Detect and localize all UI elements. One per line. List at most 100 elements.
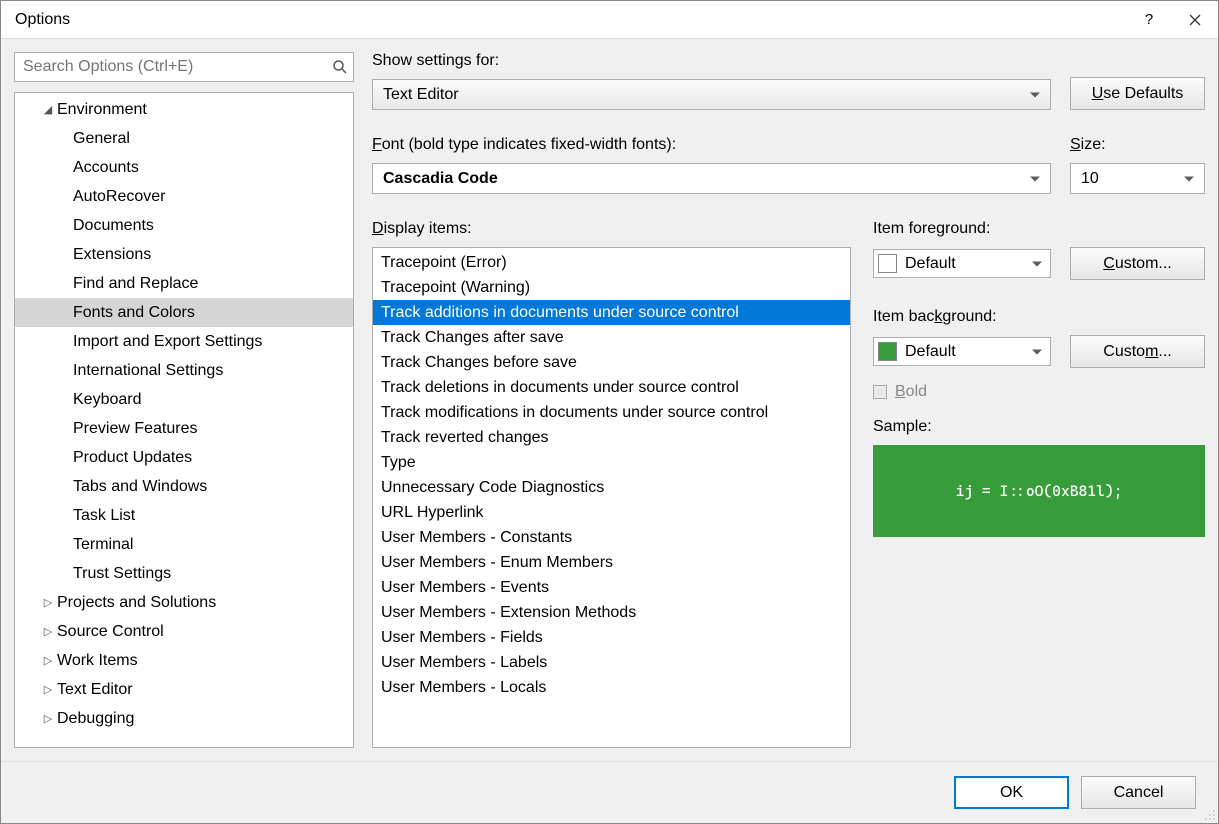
tree-item-import-and-export-settings[interactable]: Import and Export Settings [15,327,353,356]
close-icon [1189,14,1201,26]
close-button[interactable] [1172,2,1218,38]
help-icon: ? [1145,11,1153,28]
label-display-items: Display items: [372,220,851,238]
list-item[interactable]: Type [373,450,850,475]
left-pane: ◢EnvironmentGeneral Accounts AutoRecover Do… [14,52,354,748]
tree-item-find-and-replace[interactable]: Find and Replace [15,269,353,298]
background-custom-button[interactable]: Custom... [1070,335,1205,368]
list-item[interactable]: Track modifications in documents under s… [373,400,850,425]
foreground-swatch [878,254,897,273]
options-dialog: Options ? ◢EnvironmentGeneral Accounts Aut… [0,0,1219,824]
foreground-custom-button[interactable]: Custom... [1070,247,1205,280]
chevron-right-icon: ▷ [41,712,55,725]
tree-item-label: International Settings [73,362,223,380]
display-items-listbox[interactable]: Tracepoint (Error)Tracepoint (Warning)Tr… [372,247,851,748]
label-size: Size: [1070,136,1205,154]
tree-item-projects-and-solutions[interactable]: ▷Projects and Solutions [15,588,353,617]
tree-item-label: AutoRecover [73,188,166,206]
item-background-select[interactable]: Default [873,337,1051,366]
dialog-body: ◢EnvironmentGeneral Accounts AutoRecover Do… [1,39,1218,761]
label-item-background: Item background: [873,308,1205,326]
list-item[interactable]: User Members - Fields [373,625,850,650]
tree-item-label: Terminal [73,536,133,554]
list-item[interactable]: User Members - Events [373,575,850,600]
tree-item-extensions[interactable]: Extensions [15,240,353,269]
list-item[interactable]: User Members - Locals [373,675,850,700]
label-item-foreground: Item foreground: [873,220,1205,238]
font-value: Cascadia Code [383,170,498,188]
list-item[interactable]: Track deletions in documents under sourc… [373,375,850,400]
item-background-value: Default [905,343,956,361]
font-select[interactable]: Cascadia Code [372,163,1051,194]
size-value: 10 [1081,170,1099,188]
item-foreground-value: Default [905,255,956,273]
tree-item-work-items[interactable]: ▷Work Items [15,646,353,675]
row-settings-for: Show settings for: Text Editor Use Defau… [372,52,1205,110]
list-item[interactable]: Track additions in documents under sourc… [373,300,850,325]
list-item[interactable]: User Members - Extension Methods [373,600,850,625]
tree-item-trust-settings[interactable]: Trust Settings [15,559,353,588]
cancel-button[interactable]: Cancel [1081,776,1196,809]
search-input[interactable] [14,52,354,82]
sample-text: ij = I::oO(0xB81l); [956,482,1123,500]
titlebar: Options ? [1,1,1218,39]
show-settings-for-value: Text Editor [383,86,459,104]
row-display-items: Display items: Tracepoint (Error)Tracepo… [372,220,1205,748]
list-item[interactable]: User Members - Labels [373,650,850,675]
tree-item-tabs-and-windows[interactable]: Tabs and Windows [15,472,353,501]
tree-item-label: Projects and Solutions [57,594,216,612]
tree-item-label: Fonts and Colors [73,304,195,322]
tree-item-fonts-and-colors[interactable]: Fonts and Colors [15,298,353,327]
tree-item-source-control[interactable]: ▷Source Control [15,617,353,646]
display-items-area: Display items: Tracepoint (Error)Tracepo… [372,220,851,748]
tree-item-keyboard[interactable]: Keyboard [15,385,353,414]
tree-item-label: Product Updates [73,449,192,467]
list-item[interactable]: Tracepoint (Warning) [373,275,850,300]
list-item[interactable]: User Members - Enum Members [373,550,850,575]
tree-item-environment[interactable]: ◢Environment [15,95,353,124]
tree-item-label: Import and Export Settings [73,333,262,351]
tree-item-task-list[interactable]: Task List [15,501,353,530]
tree-item-label: Extensions [73,246,151,264]
tree-item-preview-features[interactable]: Preview Features [15,414,353,443]
tree-item-debugging[interactable]: ▷Debugging [15,704,353,733]
ok-button[interactable]: OK [954,776,1069,809]
chevron-right-icon: ▷ [41,596,55,609]
help-button[interactable]: ? [1126,2,1172,38]
use-defaults-button[interactable]: Use Defaults [1070,77,1205,110]
tree-item-general[interactable]: General [15,124,353,153]
size-select[interactable]: 10 [1070,163,1205,194]
bold-checkbox-box [873,385,887,399]
tree-item-international-settings[interactable]: International Settings [15,356,353,385]
item-foreground-select[interactable]: Default [873,249,1051,278]
color-area: Item foreground: Default Custom... Item … [873,220,1205,748]
options-tree[interactable]: ◢EnvironmentGeneral Accounts AutoRecover Do… [14,92,354,748]
tree-item-accounts[interactable]: Accounts [15,153,353,182]
tree-item-label: Documents [73,217,154,235]
label-font: Font (bold type indicates fixed-width fo… [372,136,1051,154]
show-settings-for-select[interactable]: Text Editor [372,79,1051,110]
dialog-footer: OK Cancel [1,761,1218,823]
list-item[interactable]: Track Changes after save [373,325,850,350]
tree-item-autorecover[interactable]: AutoRecover [15,182,353,211]
resize-grip-icon[interactable] [1204,809,1216,821]
list-item[interactable]: Unnecessary Code Diagnostics [373,475,850,500]
tree-item-documents[interactable]: Documents [15,211,353,240]
list-item[interactable]: Track Changes before save [373,350,850,375]
chevron-right-icon: ▷ [41,625,55,638]
row-item-foreground: Default Custom... [873,247,1205,280]
tree-item-label: Text Editor [57,681,133,699]
tree-item-label: Task List [73,507,135,525]
tree-item-terminal[interactable]: Terminal [15,530,353,559]
window-title: Options [15,11,1126,29]
tree-item-label: Find and Replace [73,275,198,293]
tree-item-text-editor[interactable]: ▷Text Editor [15,675,353,704]
list-item[interactable]: URL Hyperlink [373,500,850,525]
list-item[interactable]: Tracepoint (Error) [373,250,850,275]
bold-checkbox: Bold [873,383,1205,401]
list-item[interactable]: Track reverted changes [373,425,850,450]
list-item[interactable]: User Members - Constants [373,525,850,550]
tree-item-label: Environment [57,101,147,119]
tree-item-product-updates[interactable]: Product Updates [15,443,353,472]
tree-item-label: Accounts [73,159,139,177]
